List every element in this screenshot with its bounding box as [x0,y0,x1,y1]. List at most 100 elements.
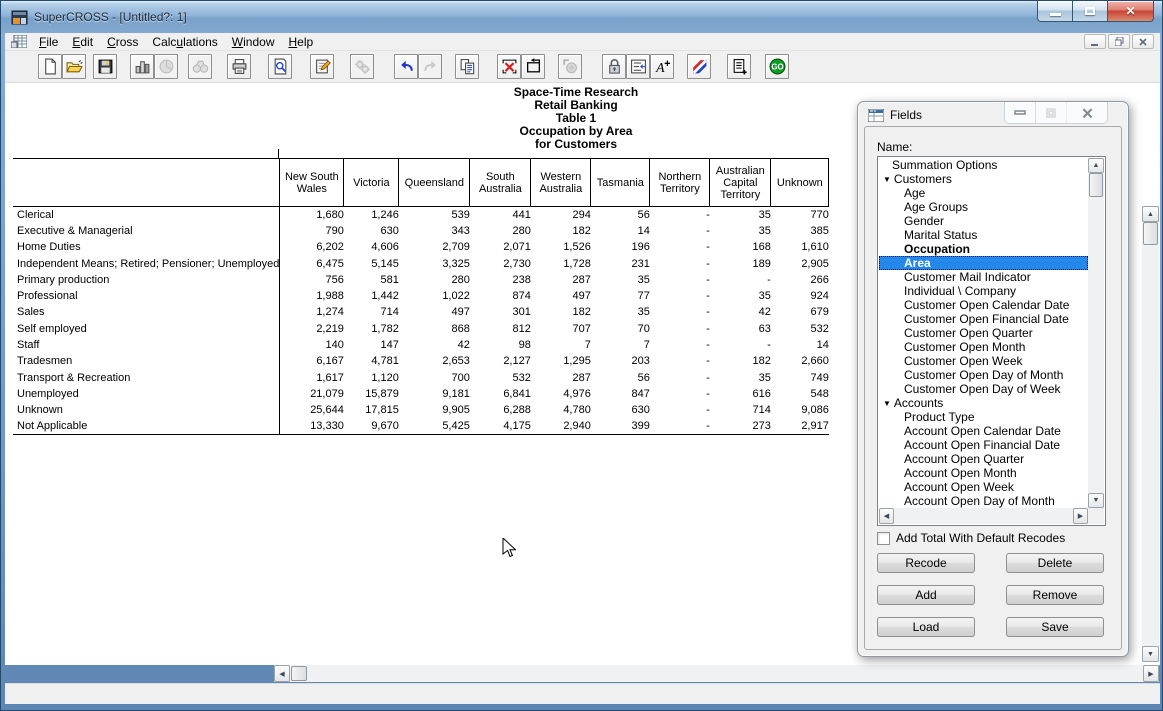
table-cell[interactable]: 70 [591,321,650,337]
field-item-gender[interactable]: Gender [879,214,1088,228]
table-cell[interactable]: 707 [531,321,591,337]
scroll-left-button[interactable]: ◀ [274,665,290,682]
undo-button[interactable] [394,54,418,79]
field-item-customer-open-month[interactable]: Customer Open Month [879,340,1088,354]
table-cell[interactable]: 4,175 [470,418,531,434]
table-cell[interactable]: 399 [591,418,650,434]
column-header-new-south-wales[interactable]: New South Wales [280,159,344,207]
scroll-down-button[interactable]: ▼ [1142,646,1159,662]
row-label-unknown[interactable]: Unknown [13,402,280,418]
add-button[interactable]: Add [877,585,975,605]
field-item-occupation[interactable]: Occupation [879,242,1088,256]
table-cell[interactable]: 7 [531,337,591,353]
table-cell[interactable]: - [710,337,771,353]
field-item-account-open-week[interactable]: Account Open Week [879,480,1088,494]
table-cell[interactable]: 749 [771,369,829,385]
table-cell[interactable]: 35 [710,207,771,223]
vertical-scroll-thumb[interactable] [1143,222,1158,245]
table-cell[interactable]: 2,940 [531,418,591,434]
field-item-accounts[interactable]: ▼Accounts [879,396,1088,410]
maximize-button[interactable] [1073,1,1108,22]
mdi-minimize-button[interactable] [1084,34,1106,49]
table-cell[interactable]: 630 [591,402,650,418]
minimize-button[interactable] [1037,1,1073,22]
table-cell[interactable]: 14 [771,337,829,353]
table-cell[interactable]: 812 [470,321,531,337]
table-cell[interactable]: 203 [591,353,650,369]
table-cell[interactable]: 1,782 [344,321,399,337]
table-cell[interactable]: 266 [771,272,829,288]
column-header-australian-capital-territory[interactable]: Australian Capital Territory [710,159,771,207]
delete-button[interactable]: Delete [1006,553,1104,573]
table-cell[interactable]: - [650,369,710,385]
field-item-customer-open-day-of-month[interactable]: Customer Open Day of Month [879,368,1088,382]
field-item-customer-mail-indicator[interactable]: Customer Mail Indicator [879,270,1088,284]
table-cell[interactable]: 1,610 [771,239,829,255]
go-button[interactable]: GO [765,54,789,79]
row-label-independent-means-retired-pensioner-unemployed[interactable]: Independent Means; Retired; Pensioner; U… [13,255,280,271]
table-cell[interactable]: 77 [591,288,650,304]
mdi-close-button[interactable] [1132,34,1154,49]
table-cell[interactable]: 9,086 [771,402,829,418]
table-cell[interactable]: 287 [531,369,591,385]
menu-window[interactable]: Window [225,34,282,50]
vertical-scrollbar[interactable]: ▲ ▼ [1142,206,1159,662]
table-cell[interactable]: 280 [399,272,470,288]
dialog-minimize-button[interactable] [1005,102,1036,123]
table-cell[interactable]: 287 [531,272,591,288]
table-cell[interactable]: 1,442 [344,288,399,304]
table-cell[interactable]: 6,841 [470,386,531,402]
table-cell[interactable]: 140 [280,337,344,353]
table-cell[interactable]: 497 [399,304,470,320]
print-preview-button[interactable] [268,54,292,79]
scroll-right-button[interactable]: ▶ [1143,665,1159,682]
table-cell[interactable]: 56 [591,207,650,223]
table-cell[interactable]: 56 [591,369,650,385]
table-cell[interactable]: - [650,272,710,288]
redo-button[interactable] [418,54,442,79]
table-cell[interactable]: 924 [771,288,829,304]
table-cell[interactable]: 17,815 [344,402,399,418]
table-cell[interactable]: 385 [771,223,829,239]
table-cell[interactable]: 9,905 [399,402,470,418]
table-cell[interactable]: 294 [531,207,591,223]
table-cell[interactable]: 2,709 [399,239,470,255]
row-label-primary-production[interactable]: Primary production [13,272,280,288]
table-cell[interactable]: - [650,207,710,223]
table-cell[interactable]: 9,670 [344,418,399,434]
add-total-checkbox[interactable] [877,532,890,545]
fields-scroll-down-button[interactable]: ▼ [1088,493,1104,508]
table-cell[interactable]: 2,660 [771,353,829,369]
table-cell[interactable]: 231 [591,255,650,271]
table-cell[interactable]: 3,325 [399,255,470,271]
table-cell[interactable]: 5,145 [344,255,399,271]
column-header-northern-territory[interactable]: Northern Territory [650,159,710,207]
table-cell[interactable]: 4,780 [531,402,591,418]
table-cell[interactable]: 700 [399,369,470,385]
horizontal-scroll-thumb[interactable] [291,666,307,681]
table-cell[interactable]: 6,475 [280,255,344,271]
pie-chart-button[interactable] [154,54,178,79]
row-label-executive-managerial[interactable]: Executive & Managerial [13,223,280,239]
expand-arrow-icon[interactable]: ▼ [883,397,891,411]
fields-list-vscroll[interactable]: ▲ ▼ [1088,158,1104,508]
table-cell[interactable]: - [650,402,710,418]
table-cell[interactable]: 1,295 [531,353,591,369]
row-label-staff[interactable]: Staff [13,337,280,353]
expand-arrow-icon[interactable]: ▼ [883,173,891,187]
mdi-restore-button[interactable] [1108,34,1130,49]
close-button[interactable]: ✕ [1108,1,1154,22]
table-cell[interactable]: - [650,337,710,353]
table-cell[interactable]: 9,181 [399,386,470,402]
table-cell[interactable]: 15,879 [344,386,399,402]
fields-scroll-up-button[interactable]: ▲ [1088,158,1104,173]
table-cell[interactable]: 168 [710,239,771,255]
table-corner-cell[interactable] [13,159,280,207]
flag-button[interactable] [687,54,711,79]
fields-dialog-titlebar[interactable]: Fields [868,108,922,122]
table-cell[interactable]: 25,644 [280,402,344,418]
table-cell[interactable]: 6,288 [470,402,531,418]
table-cell[interactable]: 42 [399,337,470,353]
table-cell[interactable]: 6,167 [280,353,344,369]
table-cell[interactable]: 196 [591,239,650,255]
